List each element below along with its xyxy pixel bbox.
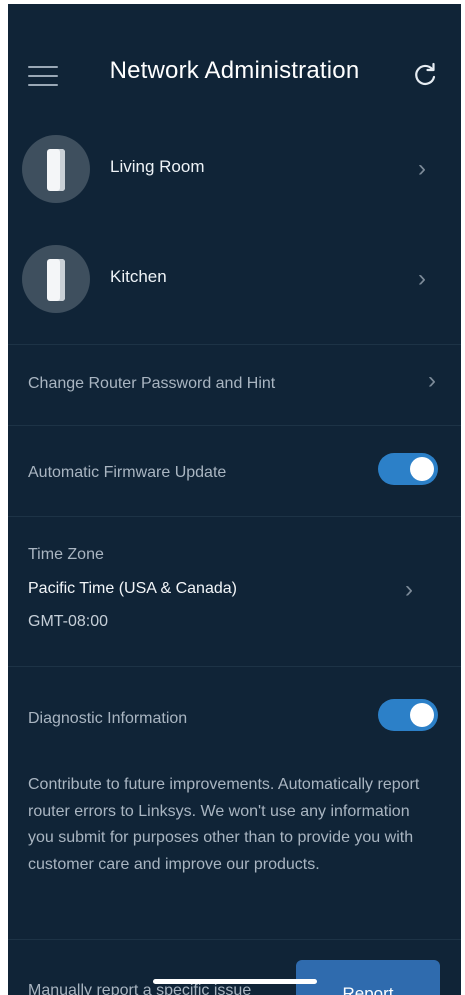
change-router-password-row[interactable]: Change Router Password and Hint › xyxy=(8,345,461,425)
node-avatar xyxy=(22,245,90,313)
toggle-knob xyxy=(410,457,434,481)
diagnostics-description: Contribute to future improvements. Autom… xyxy=(28,776,420,873)
header: Network Administration xyxy=(8,4,461,144)
router-node-icon xyxy=(47,149,65,191)
node-label: Kitchen xyxy=(110,267,167,286)
time-zone-heading: Time Zone xyxy=(28,546,104,563)
refresh-icon[interactable] xyxy=(410,60,440,90)
page-title: Network Administration xyxy=(109,57,360,84)
report-button[interactable]: Report xyxy=(296,960,440,995)
firmware-update-row: Automatic Firmware Update xyxy=(8,426,461,516)
home-indicator xyxy=(153,979,317,984)
time-zone-row[interactable]: Time Zone Pacific Time (USA & Canada) GM… xyxy=(8,517,461,665)
chevron-right-icon: › xyxy=(405,576,413,603)
node-row-kitchen[interactable]: Kitchen › xyxy=(8,239,461,319)
diagnostics-row: Diagnostic Information xyxy=(8,667,461,767)
chevron-right-icon: › xyxy=(428,367,436,394)
node-avatar xyxy=(22,135,90,203)
chevron-right-icon: › xyxy=(418,265,426,292)
divider xyxy=(8,939,461,940)
node-label: Living Room xyxy=(110,157,205,176)
time-zone-offset: GMT-08:00 xyxy=(28,613,109,630)
diagnostics-label: Diagnostic Information xyxy=(28,710,188,727)
router-node-icon xyxy=(47,259,65,301)
change-router-password-label: Change Router Password and Hint xyxy=(28,375,276,392)
firmware-update-label: Automatic Firmware Update xyxy=(28,464,227,481)
time-zone-value: Pacific Time (USA & Canada) xyxy=(28,580,237,597)
chevron-right-icon: › xyxy=(418,155,426,182)
diagnostics-toggle[interactable] xyxy=(378,699,438,731)
toggle-knob xyxy=(410,703,434,727)
app-screen: Network Administration Living Room › Kit… xyxy=(8,4,461,995)
firmware-update-toggle[interactable] xyxy=(378,453,438,485)
node-row-living-room[interactable]: Living Room › xyxy=(8,129,461,209)
